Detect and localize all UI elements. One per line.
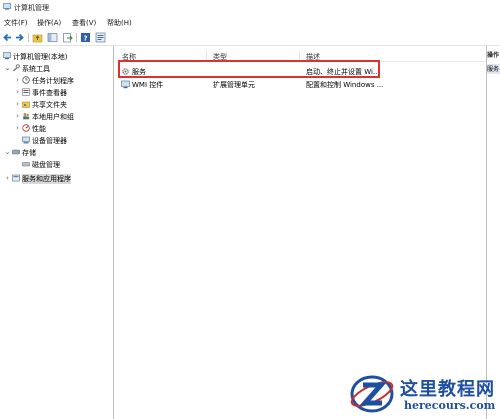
menu-view[interactable]: 查看(V) bbox=[72, 18, 96, 28]
export-list-icon[interactable] bbox=[62, 32, 73, 43]
chevron-right-icon[interactable]: › bbox=[14, 88, 21, 97]
tree-item-label: 存储 bbox=[22, 149, 36, 157]
watermark-url: herecours.com bbox=[404, 399, 496, 412]
event-viewer-icon bbox=[22, 88, 30, 96]
menu-file[interactable]: 文件(F) bbox=[4, 18, 28, 28]
cell-type: 扩展管理单元 bbox=[213, 81, 255, 89]
tree-item-label: 系统工具 bbox=[22, 65, 50, 73]
storage-icon bbox=[12, 149, 20, 155]
tree-item-label: 设备管理器 bbox=[32, 137, 67, 145]
actions-header: 操作 bbox=[487, 52, 500, 59]
users-icon bbox=[23, 113, 30, 120]
watermark: 这里教程网 herecours.com bbox=[348, 370, 498, 418]
services-apps-icon bbox=[12, 174, 20, 182]
menu-bar: 文件(F) 操作(A) 查看(V) 帮助(H) bbox=[0, 16, 500, 29]
device-manager-icon bbox=[22, 136, 30, 144]
toolbar-separator bbox=[28, 33, 29, 42]
tools-icon bbox=[13, 64, 20, 72]
navigation-tree: 计算机管理(本地) ⌄ 系统工具 › 任务计划程序 › 事件查看器 › 共享文件… bbox=[0, 46, 114, 419]
computer-management-icon bbox=[3, 3, 11, 10]
computer-management-icon bbox=[3, 52, 11, 60]
forward-arrow-icon[interactable] bbox=[14, 32, 25, 43]
toolbar: ? bbox=[0, 30, 500, 46]
tree-item-label: 服务和应用程序 bbox=[22, 174, 71, 184]
performance-icon bbox=[22, 124, 30, 132]
chevron-right-icon[interactable]: › bbox=[14, 124, 21, 133]
actions-pane: 操作 服务 bbox=[487, 46, 500, 419]
cell-description: 配置和控制 Windows ... bbox=[306, 81, 384, 89]
up-folder-icon[interactable] bbox=[32, 32, 43, 43]
clock-icon bbox=[22, 76, 30, 84]
tree-item-label: 本地用户和组 bbox=[32, 113, 74, 121]
cell-name: WMI 控件 bbox=[132, 81, 164, 89]
chevron-right-icon[interactable]: › bbox=[14, 76, 21, 85]
tree-item-label: 性能 bbox=[32, 125, 46, 133]
actions-section-services[interactable]: 服务 bbox=[487, 64, 500, 74]
wmi-control-icon bbox=[121, 80, 130, 89]
chevron-right-icon[interactable]: › bbox=[14, 100, 21, 109]
menu-action[interactable]: 操作(A) bbox=[37, 18, 61, 28]
tree-item-label: 磁盘管理 bbox=[32, 161, 60, 169]
list-row-wmi-control[interactable]: WMI 控件 扩展管理单元 配置和控制 Windows ... bbox=[117, 79, 486, 90]
watermark-name: 这里教程网 bbox=[400, 379, 495, 400]
toolbar-separator bbox=[76, 33, 77, 42]
watermark-logo-icon bbox=[350, 375, 394, 413]
show-hide-tree-icon[interactable] bbox=[47, 32, 58, 43]
tree-item-label: 共享文件夹 bbox=[32, 101, 67, 109]
tree-item-label: 任务计划程序 bbox=[32, 77, 74, 85]
window-title: 计算机管理 bbox=[14, 4, 49, 12]
menu-help[interactable]: 帮助(H) bbox=[107, 18, 132, 28]
disk-management-icon bbox=[22, 162, 30, 167]
shared-folder-icon bbox=[22, 101, 30, 108]
svg-text:?: ? bbox=[83, 34, 87, 42]
back-arrow-icon[interactable] bbox=[2, 32, 13, 43]
properties-icon[interactable] bbox=[95, 32, 106, 43]
highlight-annotation bbox=[118, 60, 380, 78]
chevron-down-icon[interactable]: ⌄ bbox=[4, 64, 11, 73]
title-bar: 计算机管理 bbox=[0, 0, 500, 14]
tree-item-label: 事件查看器 bbox=[32, 89, 67, 97]
chevron-down-icon[interactable]: ⌄ bbox=[4, 148, 11, 157]
chevron-right-icon[interactable]: › bbox=[14, 112, 21, 121]
tree-item-label: 计算机管理(本地) bbox=[13, 53, 68, 61]
help-icon[interactable]: ? bbox=[80, 32, 91, 43]
content-list: 名称 类型 描述 服务 启动、终止并设置 Wi... WMI 控件 扩展管理单元… bbox=[117, 46, 487, 419]
chevron-right-icon[interactable]: › bbox=[4, 174, 11, 183]
